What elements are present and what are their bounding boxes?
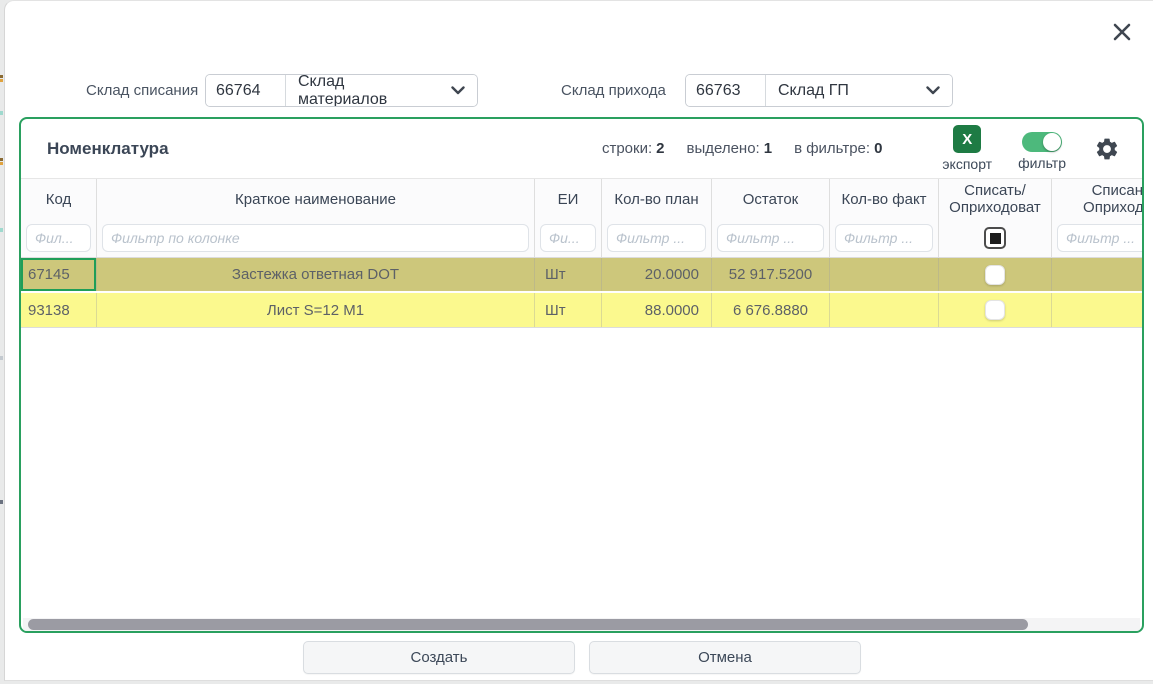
column-header-code[interactable]: Код — [21, 179, 97, 219]
export-button[interactable]: X экспорт — [942, 125, 992, 172]
nomenclature-panel: Номенклатура строки:2 выделено: 1 в фильт… — [19, 117, 1144, 633]
cancel-button[interactable]: Отмена — [589, 641, 861, 674]
scrollbar-thumb[interactable] — [28, 619, 1028, 630]
receipt-warehouse-select[interactable]: Склад ГП — [766, 75, 952, 106]
export-label: экспорт — [942, 156, 992, 172]
chevron-down-icon — [926, 86, 940, 95]
cell-qty-fact[interactable] — [830, 258, 939, 291]
stat-rows-label: строки: — [602, 140, 652, 157]
table-row[interactable]: 93138 Лист S=12 М1 Шт 88.0000 6 676.8880 — [21, 293, 1142, 328]
filter-input-name[interactable] — [102, 224, 529, 252]
writeoff-warehouse-code-input[interactable] — [206, 75, 286, 106]
writeoff-warehouse-selected: Склад материалов — [298, 74, 437, 107]
column-header-qty-fact[interactable]: Кол-во факт — [830, 179, 939, 219]
excel-icon: X — [953, 125, 981, 153]
cell-code[interactable]: 67145 — [21, 258, 97, 291]
filter-input-qty-plan[interactable] — [607, 224, 706, 252]
stat-selected-value: 1 — [764, 140, 772, 157]
gear-icon — [1094, 136, 1120, 162]
cell-qty-fact[interactable] — [830, 293, 939, 327]
stat-selected-label: выделено: — [686, 140, 759, 157]
select-all-checkbox[interactable] — [984, 227, 1006, 249]
filter-toggle[interactable]: фильтр — [1018, 127, 1066, 171]
filter-input-balance[interactable] — [717, 224, 824, 252]
receipt-warehouse-label: Склад прихода — [561, 82, 666, 99]
warehouse-controls: Склад списания Склад материалов Склад пр… — [5, 74, 1153, 107]
filter-input-code[interactable] — [26, 224, 91, 252]
writeoff-warehouse-select[interactable]: Склад материалов — [286, 75, 477, 106]
write-off-checkbox[interactable] — [985, 300, 1005, 320]
cell-written-off[interactable] — [1052, 258, 1142, 291]
toggle-on-icon — [1022, 132, 1062, 152]
cell-balance[interactable]: 52 917.5200 — [712, 258, 830, 291]
cell-unit[interactable]: Шт — [535, 258, 602, 291]
table-stats: строки:2 выделено: 1 в фильтре:0 — [580, 140, 882, 157]
table-header-row: Код Краткое наименование ЕИ Кол-во план … — [21, 179, 1142, 219]
cell-code[interactable]: 93138 — [21, 293, 97, 327]
column-header-written-off[interactable]: Списано Оприходов — [1052, 179, 1142, 219]
receipt-warehouse-group: Склад ГП — [685, 74, 953, 107]
dialog-window: Склад списания Склад материалов Склад пр… — [4, 0, 1153, 681]
panel-header: Номенклатура строки:2 выделено: 1 в фильт… — [21, 119, 1142, 179]
horizontal-scrollbar[interactable] — [23, 618, 1140, 631]
create-button[interactable]: Создать — [303, 641, 575, 674]
settings-button[interactable] — [1094, 136, 1120, 162]
write-off-checkbox[interactable] — [985, 265, 1005, 285]
stat-filtered-label: в фильтре: — [794, 140, 870, 157]
cell-written-off[interactable] — [1052, 293, 1142, 327]
cell-name[interactable]: Лист S=12 М1 — [97, 293, 535, 327]
filter-toggle-label: фильтр — [1018, 155, 1066, 171]
stat-rows-value: 2 — [656, 140, 664, 157]
panel-title: Номенклатура — [47, 139, 169, 159]
cell-qty-plan[interactable]: 20.0000 — [602, 258, 712, 291]
nomenclature-table: Код Краткое наименование ЕИ Кол-во план … — [21, 179, 1142, 328]
cell-qty-plan[interactable]: 88.0000 — [602, 293, 712, 327]
receipt-warehouse-selected: Склад ГП — [778, 82, 849, 100]
close-icon[interactable] — [1109, 19, 1135, 45]
filter-input-qty-fact[interactable] — [835, 224, 933, 252]
table-filter-row — [21, 219, 1142, 258]
chevron-down-icon — [451, 86, 465, 95]
writeoff-warehouse-group: Склад материалов — [205, 74, 478, 107]
cell-unit[interactable]: Шт — [535, 293, 602, 327]
column-header-balance[interactable]: Остаток — [712, 179, 830, 219]
column-header-qty-plan[interactable]: Кол-во план — [602, 179, 712, 219]
table-row[interactable]: 67145 Застежка ответная DOT Шт 20.0000 5… — [21, 258, 1142, 293]
receipt-warehouse-code-input[interactable] — [686, 75, 766, 106]
column-header-unit[interactable]: ЕИ — [535, 179, 602, 219]
cell-name[interactable]: Застежка ответная DOT — [97, 258, 535, 291]
writeoff-warehouse-label: Склад списания — [86, 82, 198, 99]
filter-input-written-off[interactable] — [1057, 224, 1142, 252]
filter-input-unit[interactable] — [540, 224, 596, 252]
checkbox-indeterminate-mark — [990, 233, 1001, 244]
stat-filtered-value: 0 — [874, 140, 882, 157]
column-header-name[interactable]: Краткое наименование — [97, 179, 535, 219]
column-header-write-off[interactable]: Списать/ Оприходоват — [939, 179, 1052, 219]
cell-balance[interactable]: 6 676.8880 — [712, 293, 830, 327]
